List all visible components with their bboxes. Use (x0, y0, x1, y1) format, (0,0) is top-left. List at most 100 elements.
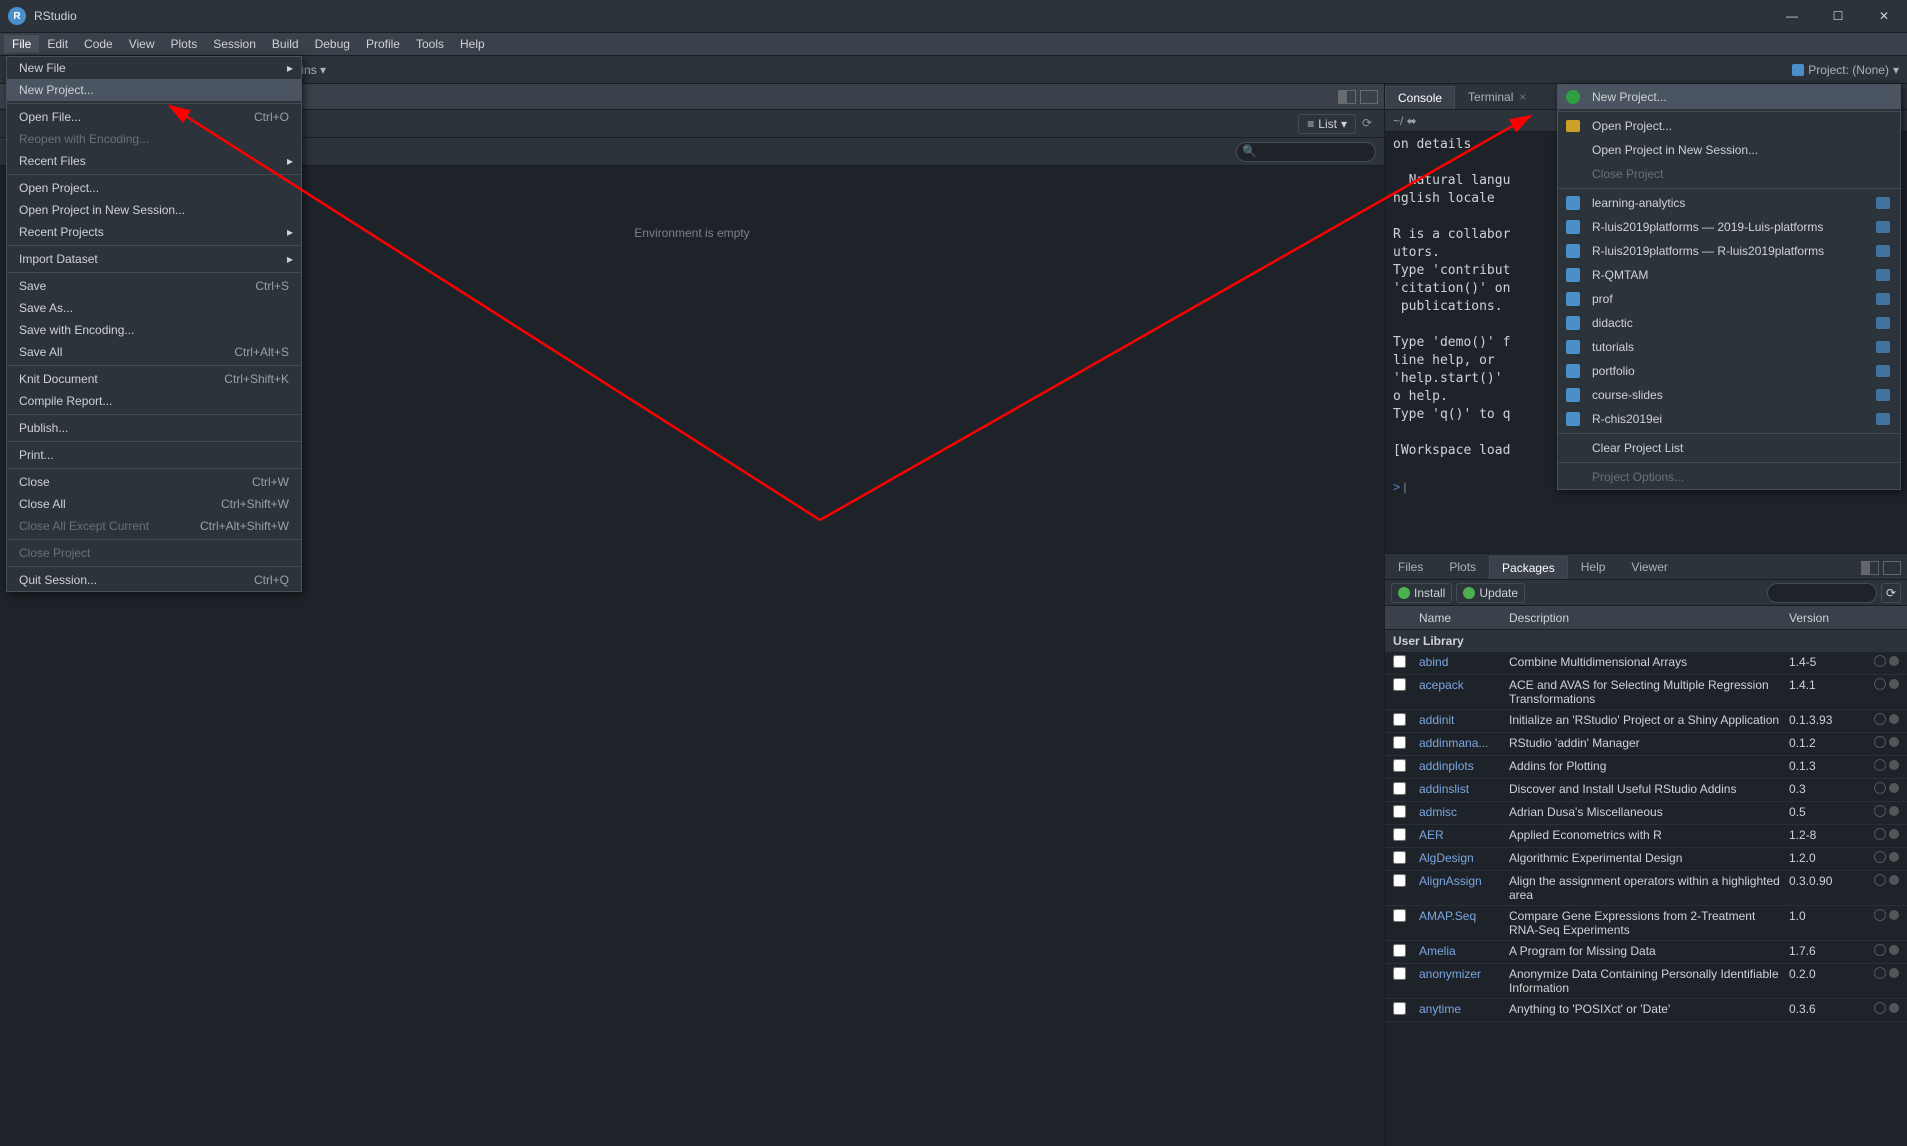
maximize-button[interactable]: ☐ (1815, 0, 1861, 32)
package-row[interactable]: AERApplied Econometrics with R1.2-8 (1385, 825, 1907, 848)
remove-icon[interactable] (1889, 968, 1899, 978)
project-menu-item[interactable]: course-slides (1558, 383, 1900, 407)
package-checkbox[interactable] (1393, 736, 1406, 749)
project-menu-item[interactable]: prof (1558, 287, 1900, 311)
menu-tools[interactable]: Tools (408, 35, 452, 53)
web-icon[interactable] (1874, 736, 1886, 748)
env-search-input[interactable] (1236, 142, 1376, 162)
pkg-max-icon[interactable] (1883, 561, 1901, 575)
open-in-new-icon[interactable] (1876, 197, 1890, 209)
menu-help[interactable]: Help (452, 35, 493, 53)
project-menu-item[interactable]: learning-analytics (1558, 191, 1900, 215)
menu-code[interactable]: Code (76, 35, 121, 53)
web-icon[interactable] (1874, 655, 1886, 667)
web-icon[interactable] (1874, 967, 1886, 979)
project-menu[interactable]: Project: (None) ▾ (1792, 63, 1899, 77)
close-button[interactable]: ✕ (1861, 0, 1907, 32)
refresh-env-icon[interactable]: ⟳ (1362, 116, 1378, 132)
package-row[interactable]: AMAP.SeqCompare Gene Expressions from 2-… (1385, 906, 1907, 941)
web-icon[interactable] (1874, 874, 1886, 886)
remove-icon[interactable] (1889, 760, 1899, 770)
project-menu-item[interactable]: R-QMTAM (1558, 263, 1900, 287)
open-in-new-icon[interactable] (1876, 269, 1890, 281)
package-name[interactable]: Amelia (1419, 944, 1509, 958)
package-checkbox[interactable] (1393, 713, 1406, 726)
package-name[interactable]: admisc (1419, 805, 1509, 819)
package-row[interactable]: addinslistDiscover and Install Useful RS… (1385, 779, 1907, 802)
file-menu-item[interactable]: New File▸ (7, 57, 301, 79)
project-menu-item[interactable]: R-luis2019platforms — 2019-Luis-platform… (1558, 215, 1900, 239)
package-row[interactable]: addinmana...RStudio 'addin' Manager0.1.2 (1385, 733, 1907, 756)
package-checkbox[interactable] (1393, 678, 1406, 691)
web-icon[interactable] (1874, 678, 1886, 690)
tab-viewer[interactable]: Viewer (1618, 555, 1680, 579)
package-checkbox[interactable] (1393, 967, 1406, 980)
file-menu-item[interactable]: Recent Projects▸ (7, 221, 301, 243)
remove-icon[interactable] (1889, 737, 1899, 747)
file-menu-item[interactable]: Compile Report... (7, 390, 301, 412)
update-button[interactable]: Update (1456, 583, 1525, 603)
project-menu-item[interactable]: New Project... (1558, 85, 1900, 109)
file-menu-item[interactable]: Open Project... (7, 177, 301, 199)
file-menu-item[interactable]: Knit DocumentCtrl+Shift+K (7, 368, 301, 390)
file-menu-item[interactable]: Print... (7, 444, 301, 466)
file-menu-item[interactable]: Save As... (7, 297, 301, 319)
web-icon[interactable] (1874, 782, 1886, 794)
pane-max-icon[interactable] (1360, 90, 1378, 104)
package-row[interactable]: anonymizerAnonymize Data Containing Pers… (1385, 964, 1907, 999)
web-icon[interactable] (1874, 851, 1886, 863)
tab-packages[interactable]: Packages (1489, 556, 1568, 579)
remove-icon[interactable] (1889, 679, 1899, 689)
remove-icon[interactable] (1889, 783, 1899, 793)
open-in-new-icon[interactable] (1876, 413, 1890, 425)
package-row[interactable]: AlgDesignAlgorithmic Experimental Design… (1385, 848, 1907, 871)
package-row[interactable]: admiscAdrian Dusa's Miscellaneous0.5 (1385, 802, 1907, 825)
package-name[interactable]: addinplots (1419, 759, 1509, 773)
web-icon[interactable] (1874, 759, 1886, 771)
web-icon[interactable] (1874, 944, 1886, 956)
package-checkbox[interactable] (1393, 805, 1406, 818)
remove-icon[interactable] (1889, 656, 1899, 666)
menu-session[interactable]: Session (205, 35, 264, 53)
tab-help[interactable]: Help (1568, 555, 1619, 579)
project-menu-item[interactable]: R-chis2019ei (1558, 407, 1900, 431)
packages-list[interactable]: User LibraryabindCombine Multidimensiona… (1385, 630, 1907, 1146)
package-checkbox[interactable] (1393, 1002, 1406, 1015)
package-name[interactable]: anonymizer (1419, 967, 1509, 981)
menu-debug[interactable]: Debug (307, 35, 358, 53)
menu-build[interactable]: Build (264, 35, 307, 53)
package-name[interactable]: addinit (1419, 713, 1509, 727)
package-name[interactable]: addinmana... (1419, 736, 1509, 750)
package-row[interactable]: AmeliaA Program for Missing Data1.7.6 (1385, 941, 1907, 964)
open-in-new-icon[interactable] (1876, 341, 1890, 353)
package-row[interactable]: abindCombine Multidimensional Arrays1.4-… (1385, 652, 1907, 675)
web-icon[interactable] (1874, 713, 1886, 725)
package-name[interactable]: AlignAssign (1419, 874, 1509, 888)
package-checkbox[interactable] (1393, 851, 1406, 864)
file-menu-item[interactable]: Save with Encoding... (7, 319, 301, 341)
package-name[interactable]: acepack (1419, 678, 1509, 692)
open-in-new-icon[interactable] (1876, 389, 1890, 401)
web-icon[interactable] (1874, 1002, 1886, 1014)
packages-search-input[interactable] (1767, 583, 1877, 603)
tab-plots[interactable]: Plots (1436, 555, 1489, 579)
package-checkbox[interactable] (1393, 782, 1406, 795)
open-in-new-icon[interactable] (1876, 245, 1890, 257)
remove-icon[interactable] (1889, 945, 1899, 955)
package-checkbox[interactable] (1393, 874, 1406, 887)
file-menu-item[interactable]: Open Project in New Session... (7, 199, 301, 221)
project-menu-item[interactable]: Open Project... (1558, 114, 1900, 138)
package-row[interactable]: AlignAssignAlign the assignment operator… (1385, 871, 1907, 906)
menu-profile[interactable]: Profile (358, 35, 408, 53)
env-view-mode[interactable]: ≡ List ▾ (1298, 114, 1356, 134)
package-name[interactable]: AER (1419, 828, 1509, 842)
menu-edit[interactable]: Edit (39, 35, 76, 53)
file-menu-item[interactable]: Import Dataset▸ (7, 248, 301, 270)
file-menu-item[interactable]: Recent Files▸ (7, 150, 301, 172)
package-row[interactable]: addinitInitialize an 'RStudio' Project o… (1385, 710, 1907, 733)
open-in-new-icon[interactable] (1876, 317, 1890, 329)
refresh-packages-icon[interactable]: ⟳ (1881, 583, 1901, 603)
file-menu-item[interactable]: Save AllCtrl+Alt+S (7, 341, 301, 363)
project-menu-item[interactable]: didactic (1558, 311, 1900, 335)
package-name[interactable]: abind (1419, 655, 1509, 669)
